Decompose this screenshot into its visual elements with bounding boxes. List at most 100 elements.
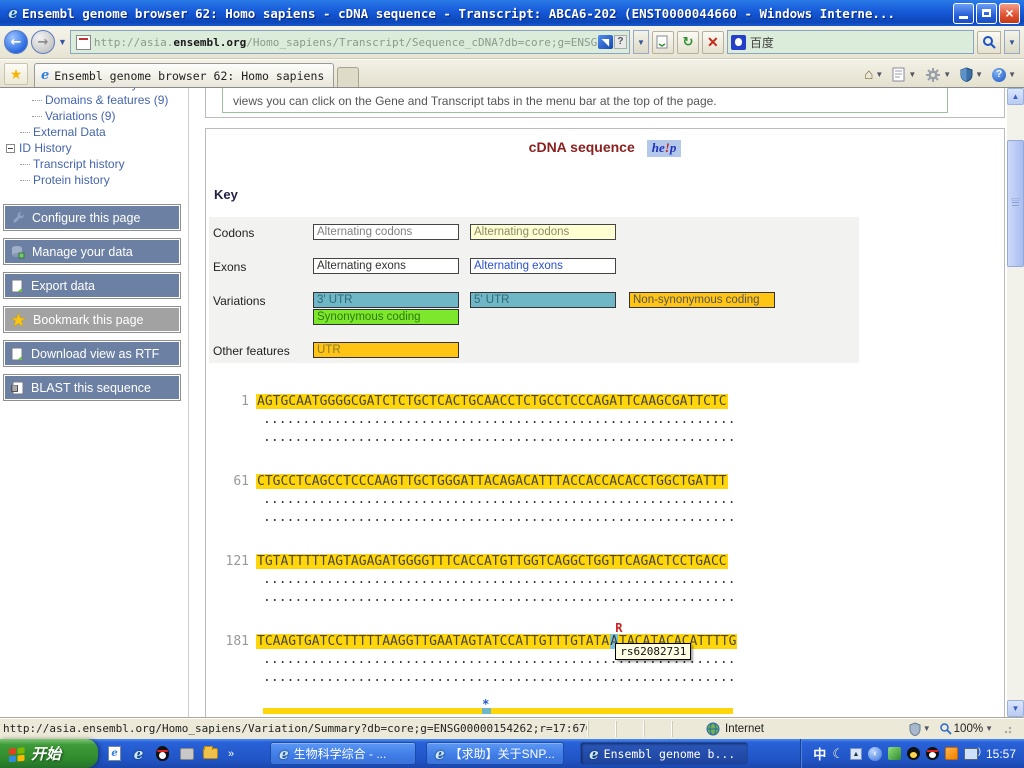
tree-item-domains-features[interactable]: Domains & features (9) bbox=[32, 92, 188, 108]
variation-dots: ........................................… bbox=[263, 492, 736, 507]
internet-explorer-icon: e bbox=[8, 4, 18, 22]
ie-document-shortcut[interactable]: e bbox=[106, 745, 123, 762]
task-button-snp-thread[interactable]: e 【求助】关于SNP... bbox=[426, 742, 565, 765]
tree-item-id-history[interactable]: ID History bbox=[6, 140, 188, 156]
wrench-icon bbox=[13, 211, 24, 223]
manage-data-button[interactable]: Manage your data bbox=[3, 238, 181, 265]
refresh-button[interactable]: ↻ bbox=[676, 30, 699, 54]
cdna-panel: cDNA sequence he!p Key Codons Alternating… bbox=[205, 128, 1005, 717]
scroll-thumb[interactable] bbox=[1007, 140, 1024, 267]
line-number: 61 bbox=[233, 474, 249, 489]
info-panel: views you can click on the Gene and Tran… bbox=[205, 88, 1005, 118]
stop-icon: ✕ bbox=[707, 33, 719, 50]
clipped-snp-highlight bbox=[482, 708, 491, 714]
restore-button[interactable] bbox=[976, 2, 997, 24]
tree-item-transcript-history[interactable]: Transcript history bbox=[20, 156, 188, 172]
page-icon bbox=[75, 34, 91, 50]
search-box[interactable]: 百度 bbox=[726, 30, 974, 54]
window-titlebar: e Ensembl genome browser 62: Homo sapien… bbox=[0, 0, 1024, 26]
scroll-down-button[interactable]: ▼ bbox=[1007, 700, 1024, 717]
quick-launch-overflow-icon[interactable]: » bbox=[226, 748, 236, 760]
show-desktop-shortcut[interactable] bbox=[178, 745, 195, 762]
compatibility-view-button[interactable] bbox=[651, 30, 674, 54]
bookmark-page-button[interactable]: Bookmark this page bbox=[3, 306, 181, 333]
button-label: Export data bbox=[31, 278, 95, 293]
back-button[interactable]: ← bbox=[4, 30, 28, 54]
task-button-ensembl[interactable]: e Ensembl genome b... bbox=[580, 742, 749, 765]
button-label: Manage your data bbox=[32, 244, 133, 259]
help-button[interactable]: ? ▼ bbox=[992, 67, 1016, 82]
baidu-accelerator-icon[interactable]: ◥ bbox=[597, 35, 613, 49]
download-rtf-button[interactable]: Download view as RTF bbox=[3, 340, 181, 367]
orange-tray-icon[interactable] bbox=[944, 747, 958, 760]
qq-tray-icon[interactable] bbox=[906, 747, 920, 760]
start-button[interactable]: 开始 bbox=[0, 739, 98, 768]
search-dropdown-button[interactable]: ▼ bbox=[1004, 30, 1020, 54]
tree-item-protein-history[interactable]: Protein history bbox=[20, 172, 188, 188]
tree-item-variations[interactable]: Variations (9) bbox=[32, 108, 188, 124]
collapse-expander-icon[interactable] bbox=[6, 143, 15, 153]
update-tray-icon[interactable]: ▲ bbox=[849, 747, 862, 760]
sidebar: Protein Summary Domains & features (9) V… bbox=[0, 88, 189, 717]
home-icon: ⌂ bbox=[864, 66, 874, 83]
minimize-button[interactable] bbox=[953, 2, 974, 24]
system-tray: 中 ☾ ▲ ‹ 15:57 bbox=[800, 739, 1024, 768]
variation-dots: ........................................… bbox=[263, 430, 736, 445]
scroll-up-button[interactable]: ▲ bbox=[1007, 88, 1024, 105]
resize-grip[interactable] bbox=[1003, 722, 1015, 735]
safety-button[interactable]: ▼ bbox=[960, 67, 983, 82]
qq2-tray-icon[interactable] bbox=[925, 747, 939, 760]
document-icon bbox=[11, 347, 23, 360]
close-button[interactable]: × bbox=[999, 2, 1020, 24]
status-link-url: http://asia.ensembl.org/Homo_sapiens/Var… bbox=[3, 722, 588, 735]
favorites-button[interactable]: ★ bbox=[4, 63, 28, 85]
forward-button[interactable]: → bbox=[31, 30, 55, 54]
page-menu-button[interactable]: ▼ bbox=[892, 67, 916, 82]
taskbar: 开始 e e » e 生物科学综合 - ... e 【求助】关于SNP... e En… bbox=[0, 739, 1024, 768]
variation-dots: ........................................… bbox=[263, 590, 736, 605]
qq-shortcut[interactable] bbox=[154, 745, 171, 762]
tab-active[interactable]: e Ensembl genome browser 62: Homo sapien… bbox=[34, 63, 334, 87]
line-number: 1 bbox=[241, 394, 249, 409]
info-message: views you can click on the Gene and Tran… bbox=[233, 94, 717, 108]
line-number: 121 bbox=[225, 554, 249, 569]
zoom-control[interactable]: 100% ▼ bbox=[939, 722, 993, 735]
new-tab-stub[interactable] bbox=[337, 67, 359, 87]
search-button[interactable] bbox=[977, 30, 1001, 54]
green-tray-icon[interactable] bbox=[887, 747, 901, 760]
database-icon bbox=[12, 245, 25, 258]
task-button-forum[interactable]: e 生物科学综合 - ... bbox=[270, 742, 417, 765]
magnifier-icon bbox=[983, 36, 996, 49]
variation-dots: ........................................… bbox=[263, 412, 736, 427]
configure-page-button[interactable]: Configure this page bbox=[3, 204, 181, 231]
sequence-block-5: * bbox=[206, 697, 1004, 717]
internet-explorer-shortcut[interactable]: e bbox=[130, 745, 147, 763]
window-title: Ensembl genome browser 62: Homo sapiens … bbox=[22, 5, 895, 21]
main-content: views you can click on the Gene and Tran… bbox=[190, 88, 1007, 717]
history-dropdown-icon[interactable]: ▼ bbox=[58, 37, 67, 47]
sequence-block-1: 1 AGTGCAATGGGGCGATCTCTGCTCACTGCAACCTCTGCC… bbox=[206, 394, 1004, 474]
folder-shortcut[interactable] bbox=[202, 745, 219, 762]
windows-flag-icon bbox=[9, 746, 25, 762]
blast-sequence-button[interactable]: BLAST this sequence bbox=[3, 374, 181, 401]
ime-indicator[interactable]: 中 bbox=[813, 744, 826, 763]
vertical-scrollbar[interactable]: ▲ ▼ bbox=[1007, 88, 1024, 717]
zoom-level: 100% bbox=[953, 722, 984, 735]
address-help-icon[interactable]: ? bbox=[613, 35, 627, 49]
ie-icon: e bbox=[279, 744, 289, 763]
security-zone: Internet bbox=[706, 722, 846, 736]
tools-button[interactable]: ▼ bbox=[925, 67, 951, 83]
collapse-tray-icon[interactable]: ‹ bbox=[867, 746, 882, 761]
export-data-button[interactable]: Export data bbox=[3, 272, 181, 299]
info-message-box: views you can click on the Gene and Tran… bbox=[222, 88, 948, 113]
gear-icon bbox=[926, 67, 941, 82]
stop-button[interactable]: ✕ bbox=[701, 30, 724, 54]
network-tray-icon[interactable] bbox=[963, 746, 981, 760]
tree-item-external-data[interactable]: External Data bbox=[20, 124, 188, 140]
moon-tray-icon[interactable]: ☾ bbox=[832, 746, 844, 762]
address-bar[interactable]: http://asia.ensembl.org/Homo_sapiens/Tra… bbox=[69, 30, 630, 54]
protected-mode-button[interactable]: ▼ bbox=[909, 721, 931, 736]
compatibility-icon bbox=[656, 35, 668, 49]
address-dropdown-button[interactable]: ▼ bbox=[632, 30, 649, 54]
home-button[interactable]: ⌂ ▼ bbox=[864, 66, 883, 83]
